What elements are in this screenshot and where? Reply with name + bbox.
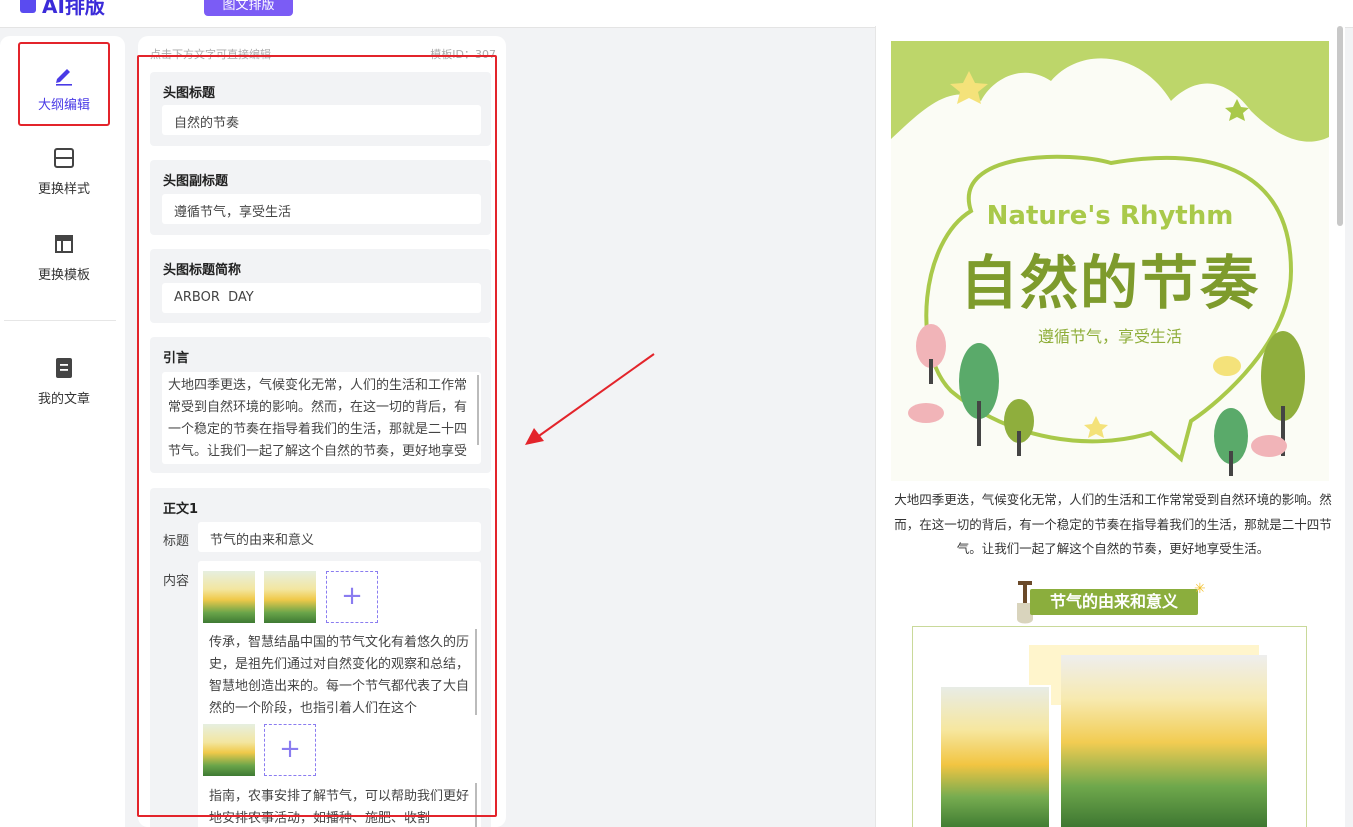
pencil-icon [56,69,72,86]
sidebar-item-outline-edit[interactable]: 大纲编辑 [18,42,110,126]
sparkle-icon: ✳ [1194,581,1206,597]
sidebar-divider [4,320,116,321]
top-tab-layout[interactable]: 图文排版 [204,0,293,16]
intro-scrollbar[interactable] [477,375,479,445]
body1-paragraph-2[interactable]: 指南，农事安排了解节气，可以帮助我们更好地安排农事活动，如播种、施肥、收割 [201,783,479,827]
sidebar-item-label: 大纲编辑 [37,98,90,113]
header-subtitle-input[interactable]: 遵循节气，享受生活 [162,194,481,224]
layout-rows-icon [54,148,74,168]
header-subtitle-card: 头图副标题 遵循节气，享受生活 [150,160,491,235]
image-thumbnail[interactable] [203,571,255,623]
poster-title-english: Nature's Rhythm [986,201,1234,231]
image-thumbnail[interactable] [264,571,316,623]
template-icon [55,235,73,253]
card-title: 正文1 [163,502,199,517]
top-bar: AI排版 图文排版 [0,0,1353,28]
body1-paragraph-1[interactable]: 传承，智慧结晶中国的节气文化有着悠久的历史，是祖先们通过对自然变化的观察和总结，… [201,629,479,717]
poster-header-image: Nature's Rhythm 自然的节奏 遵循节气，享受生活 [891,41,1329,481]
header-abbr-input[interactable]: ARBOR DAY [162,283,481,313]
card-title: 头图标题 [163,86,216,101]
body1-title-label: 标题 [163,534,190,549]
preview-section-title: 节气的由来和意义 [1030,589,1198,615]
preview-photo-frame [912,626,1307,827]
logo-text: AI排版 [42,0,105,18]
document-icon [56,358,72,378]
preview-panel: Nature's Rhythm 自然的节奏 遵循节气，享受生活 大地四季更迭，气… [875,26,1345,827]
daffodil-photo-large [1061,655,1267,827]
paragraph-scrollbar[interactable] [475,783,477,827]
sidebar-item-change-style[interactable]: 更换样式 [18,146,110,230]
paragraph-scrollbar[interactable] [475,629,477,715]
intro-textarea[interactable]: 大地四季更迭，气候变化无常，人们的生活和工作常常受到自然环境的影响。然而，在这一… [162,372,481,464]
body1-title-input[interactable]: 节气的由来和意义 [198,522,481,552]
logo-mark-icon [20,0,36,13]
poster-title-chinese: 自然的节奏 [959,249,1260,317]
card-title: 头图副标题 [163,174,229,189]
poster-subtitle: 遵循节气，享受生活 [1037,327,1182,346]
sidebar-item-label: 更换模板 [37,268,90,283]
body1-content-label: 内容 [163,574,190,589]
daffodil-photo-small [939,685,1051,827]
app-logo[interactable]: AI排版 [20,0,105,19]
sidebar-item-change-template[interactable]: 更换模板 [18,232,110,316]
outline-editor-panel: 点击下方文字可直接编辑 模板ID：307 头图标题 自然的节奏 头图副标题 遵循… [138,36,506,827]
sidebar: 大纲编辑 更换样式 更换模板 我的文章 [0,36,125,827]
preview-intro-text: 大地四季更迭，气候变化无常，人们的生活和工作常常受到自然环境的影响。然而，在这一… [894,492,1332,556]
card-title: 头图标题简称 [163,263,242,278]
header-abbr-card: 头图标题简称 ARBOR DAY [150,249,491,323]
header-title-input[interactable]: 自然的节奏 [162,105,481,135]
body1-card: 正文1 标题 节气的由来和意义 内容 + 传承，智慧结晶中国的节气文化有着悠久的… [150,488,491,827]
image-thumbnail[interactable] [203,724,255,776]
add-image-button[interactable]: + [264,724,316,776]
card-title: 引言 [163,351,190,366]
template-id: 模板ID：307 [430,48,496,61]
body1-content-box: + 传承，智慧结晶中国的节气文化有着悠久的历史，是祖先们通过对自然变化的观察和总… [198,561,481,827]
sidebar-item-label: 更换样式 [37,182,90,197]
preview-section-heading: 节气的由来和意义 ✳ [1010,579,1206,624]
sidebar-item-label: 我的文章 [37,392,90,407]
add-image-button[interactable]: + [326,571,378,623]
sidebar-item-my-articles[interactable]: 我的文章 [18,356,110,440]
intro-card: 引言 大地四季更迭，气候变化无常，人们的生活和工作常常受到自然环境的影响。然而，… [150,337,491,473]
editor-hint: 点击下方文字可直接编辑 [150,48,271,61]
header-title-card: 头图标题 自然的节奏 [150,72,491,146]
preview-scrollbar[interactable] [1337,26,1343,226]
annotation-arrow-icon [525,353,655,445]
